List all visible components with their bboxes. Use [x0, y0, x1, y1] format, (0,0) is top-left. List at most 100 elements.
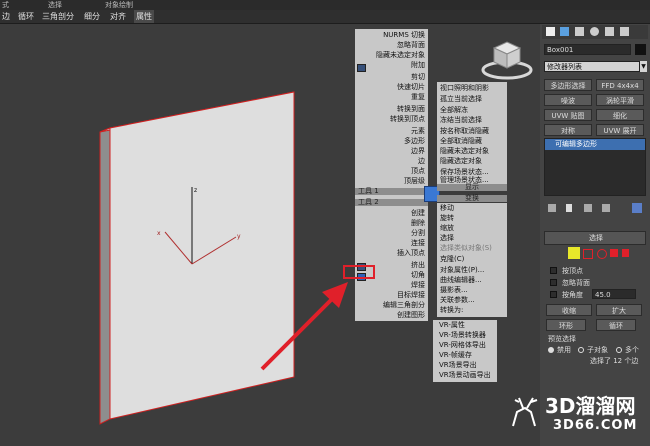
remove-modifier-icon[interactable] — [602, 204, 610, 212]
menu-item-ignore-backface[interactable]: 忽略背面 — [355, 41, 425, 50]
ffd-button[interactable]: FFD 4x4x4 — [596, 79, 644, 91]
menu-item-nurms-toggle[interactable]: NURMS 切换 — [355, 31, 425, 40]
tab-triangulate[interactable]: 三角剖分 — [40, 10, 76, 23]
configure-sets-icon[interactable] — [632, 203, 642, 213]
loop-button[interactable]: 循环 — [596, 319, 636, 331]
menu-item-insert-vertex[interactable]: 插入顶点 — [355, 249, 425, 258]
menu-item-polygon[interactable]: 多边形 — [355, 137, 425, 146]
menu-item-vr-properties[interactable]: VR-属性 — [439, 321, 465, 330]
shrink-button[interactable]: 收缩 — [546, 304, 592, 316]
menu-item-create[interactable]: 创建 — [355, 209, 425, 218]
menu-item-target-weld[interactable]: 目标焊接 — [355, 291, 425, 300]
hierarchy-tab-icon[interactable] — [575, 27, 584, 36]
menu-item-edge[interactable]: 边 — [355, 157, 425, 166]
preview-multi-radio[interactable] — [616, 347, 622, 353]
menu-item-hide-unselected[interactable]: 隐藏未选定对象 — [440, 147, 489, 156]
ring-button[interactable]: 环形 — [546, 319, 586, 331]
menu-item-clone[interactable]: 克隆(C) — [440, 255, 464, 264]
box-object[interactable] — [99, 91, 295, 425]
menu-item-select-similar[interactable]: 选择类似对象(S) — [440, 244, 492, 253]
menu-item-dope-sheet[interactable]: 摄影表... — [440, 286, 468, 295]
menu-item-scale[interactable]: 缩放 — [440, 224, 454, 233]
menu-item-delete[interactable]: 删除 — [355, 219, 425, 228]
menu-item-vr-anim-export[interactable]: VR场景动画导出 — [439, 371, 491, 380]
vertex-level-icon[interactable] — [568, 247, 580, 259]
menu-item-wire-parameters[interactable]: 关联参数... — [440, 296, 475, 305]
menu-item-select[interactable]: 选择 — [440, 234, 454, 243]
grow-button[interactable]: 扩大 — [596, 304, 642, 316]
menu-item-object-paint[interactable]: 对象绘制 — [105, 0, 133, 10]
utilities-tab-icon[interactable] — [620, 27, 629, 36]
angle-value-field[interactable]: 45.0 — [592, 289, 636, 299]
pin-stack-icon[interactable] — [548, 204, 556, 212]
noise-button[interactable]: 噪波 — [544, 94, 592, 106]
object-name-field[interactable]: Box001 — [544, 44, 631, 55]
menu-item-style[interactable]: 式 — [2, 0, 9, 10]
menu-item-vr-mesh-export[interactable]: VR-网格体导出 — [439, 341, 486, 350]
display-tab-icon[interactable] — [605, 27, 614, 36]
stack-item-editable-poly[interactable]: 可编辑多边形 — [545, 139, 645, 150]
menu-item-convert-to-face[interactable]: 转换到面 — [355, 105, 425, 114]
menu-item-element[interactable]: 元素 — [355, 127, 425, 136]
make-unique-icon[interactable] — [584, 204, 592, 212]
menu-item-border[interactable]: 边界 — [355, 147, 425, 156]
preview-subobject-radio[interactable] — [578, 347, 584, 353]
edge-level-icon[interactable] — [583, 249, 593, 259]
show-end-result-icon[interactable] — [566, 204, 572, 212]
chevron-down-icon[interactable]: ▼ — [640, 61, 647, 72]
menu-item-top-level[interactable]: 顶层级 — [355, 177, 425, 186]
symmetry-button[interactable]: 对称 — [544, 124, 592, 136]
menu-item-curve-editor[interactable]: 曲线编辑器... — [440, 276, 482, 285]
menu-item-rotate[interactable]: 旋转 — [440, 214, 454, 223]
menu-item-move[interactable]: 移动 — [440, 204, 454, 213]
tab-align[interactable]: 对齐 — [108, 10, 128, 23]
tab-properties[interactable]: 属性 — [134, 10, 154, 23]
border-level-icon[interactable] — [597, 249, 607, 259]
viewcube-icon[interactable] — [481, 41, 533, 80]
modifier-list-dropdown[interactable]: 修改器列表 — [544, 61, 640, 72]
menu-item-convert-to[interactable]: 转换为: — [440, 306, 463, 315]
menu-item-vertex[interactable]: 顶点 — [355, 167, 425, 176]
menu-item-select[interactable]: 选择 — [48, 0, 62, 10]
menu-item-convert-to-vertex[interactable]: 转换到顶点 — [355, 115, 425, 124]
tessellate-button[interactable]: 细化 — [596, 109, 644, 121]
menu-item-unhide-all[interactable]: 全部取消隐藏 — [440, 137, 482, 146]
preview-disabled-radio[interactable] — [548, 347, 554, 353]
create-tab-icon[interactable] — [546, 27, 555, 36]
uvw-map-button[interactable]: UVW 贴图 — [544, 109, 592, 121]
menu-item-vr-framebuffer[interactable]: VR-帧缓存 — [439, 351, 472, 360]
tab-loop[interactable]: 循环 — [16, 10, 36, 23]
polygon-level-icon[interactable] — [610, 249, 618, 257]
menu-item-hide-selection[interactable]: 隐藏选定对象 — [440, 157, 482, 166]
poly-select-button[interactable]: 多边形选择 — [544, 79, 592, 91]
menu-item-viewport-lighting[interactable]: 视口照明和阴影 — [440, 84, 489, 93]
tab-edge[interactable]: 边 — [0, 10, 12, 23]
menu-item-unfreeze-all[interactable]: 全部解冻 — [440, 106, 468, 115]
menu-item-cut[interactable]: 剪切 — [355, 73, 425, 82]
menu-item-capture[interactable]: 隐藏未选定对象 — [355, 51, 425, 60]
turbosmooth-button[interactable]: 涡轮平滑 — [596, 94, 644, 106]
motion-tab-icon[interactable] — [590, 27, 599, 36]
menu-item-quickslice[interactable]: 快速切片 — [355, 83, 425, 92]
uvw-unwrap-button[interactable]: UVW 展开 — [596, 124, 644, 136]
menu-item-edit-triangulation[interactable]: 编辑三角剖分 — [355, 301, 425, 310]
menu-item-create-shape[interactable]: 创建图形 — [355, 311, 425, 320]
menu-item-connect[interactable]: 连接 — [355, 239, 425, 248]
menu-item-object-properties[interactable]: 对象属性(P)... — [440, 266, 484, 275]
menu-item-isolate-selection[interactable]: 孤立当前选择 — [440, 95, 482, 104]
menu-item-weld[interactable]: 焊接 — [355, 281, 425, 290]
menu-item-split[interactable]: 分割 — [355, 229, 425, 238]
by-vertex-checkbox[interactable] — [550, 267, 557, 274]
object-color-swatch[interactable] — [635, 44, 646, 55]
menu-item-unhide-by-name[interactable]: 按名称取消隐藏 — [440, 127, 489, 136]
ignore-backface-checkbox[interactable] — [550, 279, 557, 286]
modify-tab-icon[interactable] — [560, 27, 569, 36]
menu-item-repeat[interactable]: 重复 — [355, 93, 425, 102]
by-angle-checkbox[interactable] — [550, 291, 557, 298]
element-level-icon[interactable] — [622, 249, 629, 257]
tab-subdivide[interactable]: 细分 — [82, 10, 102, 23]
menu-item-vr-scene-converter[interactable]: VR-场景转换器 — [439, 331, 486, 340]
menu-item-freeze-selection[interactable]: 冻结当前选择 — [440, 116, 482, 125]
selection-rollout-header[interactable]: 选择 — [544, 231, 646, 245]
menu-item-vr-scene-export[interactable]: VR场景导出 — [439, 361, 477, 370]
